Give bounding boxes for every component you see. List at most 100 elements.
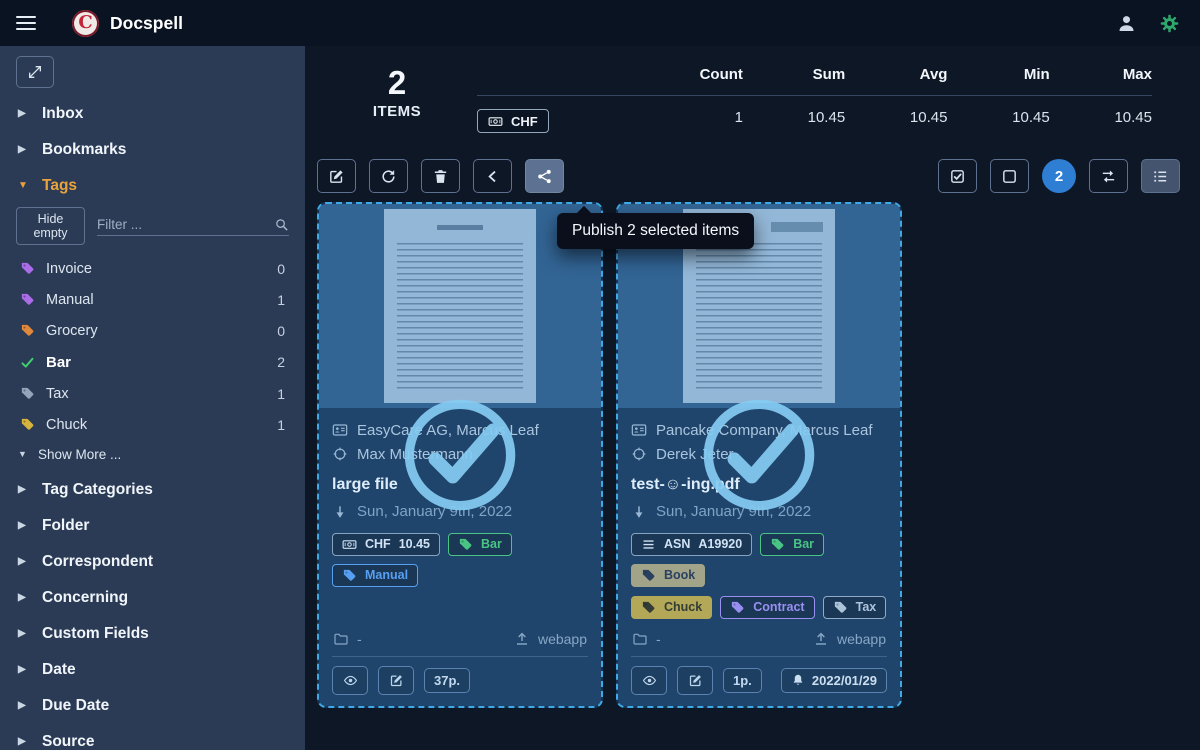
sidebar-item-bookmarks[interactable]: ▶ Bookmarks <box>0 132 305 168</box>
gear-icon[interactable] <box>1159 13 1180 34</box>
sidebar-item-label: Concerning <box>42 589 128 607</box>
publish-button[interactable] <box>525 159 564 193</box>
expand-sidebar-button[interactable] <box>16 56 54 88</box>
sidebar-item-date[interactable]: ▶ Date <box>0 652 305 688</box>
chevron-right-icon: ▶ <box>18 665 29 675</box>
merge-button[interactable] <box>473 159 512 193</box>
check-icon <box>20 355 35 370</box>
search-icon <box>274 217 289 232</box>
edit-selected-button[interactable] <box>317 159 356 193</box>
item-date: Sun, January 9th, 2022 <box>656 503 811 520</box>
preview-button[interactable] <box>631 666 667 695</box>
tag-filter-input[interactable] <box>97 217 274 232</box>
sidebar-item-label: Folder <box>42 517 89 535</box>
tag-icon <box>641 600 656 615</box>
sidebar-item-tag-categories[interactable]: ▶ Tag Categories <box>0 472 305 508</box>
tag-item-grocery[interactable]: Grocery 0 <box>0 315 305 346</box>
currency-label: CHF <box>511 114 538 129</box>
tag-item-bar-selected[interactable]: Bar 2 <box>0 346 305 378</box>
source-label: webapp <box>837 631 886 647</box>
tag-icon <box>641 568 656 583</box>
sidebar-item-custom-fields[interactable]: ▶ Custom Fields <box>0 616 305 652</box>
eye-icon <box>642 673 657 688</box>
share-icon <box>536 168 553 185</box>
tag-icon <box>20 417 35 432</box>
toolbar-right-group: 2 <box>938 159 1180 193</box>
amount-value: 10.45 <box>399 537 430 551</box>
chevron-right-icon: ▶ <box>18 557 29 567</box>
edit-item-button[interactable] <box>677 666 713 695</box>
stats-col-max: Max <box>1050 60 1152 96</box>
sidebar-item-correspondent[interactable]: ▶ Correspondent <box>0 544 305 580</box>
correspondent-line: EasyCare AG, Marcus Leaf <box>332 422 588 439</box>
asn-badge: ASN A19920 <box>631 533 752 556</box>
sidebar-item-inbox[interactable]: ▶ Inbox <box>0 96 305 132</box>
tag-item-tax[interactable]: Tax 1 <box>0 378 305 409</box>
sidebar-item-tags[interactable]: ▼ Tags <box>0 168 305 204</box>
chevron-right-icon: ▶ <box>18 109 29 119</box>
stats-value-sum: 10.45 <box>743 96 845 133</box>
user-account-icon[interactable] <box>1116 13 1137 34</box>
tag-item-invoice[interactable]: Invoice 0 <box>0 253 305 284</box>
trash-icon <box>432 168 449 185</box>
chevron-right-icon: ▶ <box>18 701 29 711</box>
tag-name: Bar <box>46 354 71 371</box>
card-footer: - webapp <box>332 619 588 656</box>
amount-currency: CHF <box>365 537 391 551</box>
select-all-button[interactable] <box>938 159 977 193</box>
items-count-block: 2 ITEMS <box>317 60 477 120</box>
sidebar-item-label: Bookmarks <box>42 141 126 159</box>
show-more-toggle[interactable]: ▼ Show More ... <box>0 440 305 472</box>
main-content: 2 ITEMS Count Sum Avg Min Max CHF 1 10.4… <box>305 46 1200 750</box>
sidebar-item-label: Date <box>42 661 76 679</box>
stats-col-min: Min <box>947 60 1049 96</box>
folder-info: - <box>632 631 661 647</box>
tag-badge-manual: Manual <box>332 564 418 587</box>
card-actions: 1p. 2022/01/29 <box>631 656 887 706</box>
item-card-test-ing[interactable]: Pancake Company, Marcus Leaf Derek Jeter… <box>616 202 902 708</box>
show-more-label: Show More ... <box>38 447 121 462</box>
view-settings-button[interactable] <box>1141 159 1180 193</box>
search-sidebar: ▶ Inbox ▶ Bookmarks ▼ Tags Hide empty In… <box>0 46 305 750</box>
concerning-line: Max Mustermann <box>332 446 588 463</box>
chevron-right-icon: ▶ <box>18 737 29 747</box>
item-card-large-file[interactable]: EasyCare AG, Marcus Leaf Max Mustermann … <box>317 202 603 708</box>
sidebar-item-concerning[interactable]: ▶ Concerning <box>0 580 305 616</box>
concerning-name: Derek Jeter <box>656 446 734 463</box>
sidebar-item-label: Tags <box>42 177 77 195</box>
tag-item-chuck[interactable]: Chuck 1 <box>0 409 305 440</box>
page-thumbnail <box>384 209 536 403</box>
tag-item-manual[interactable]: Manual 1 <box>0 284 305 315</box>
sidebar-item-label: Inbox <box>42 105 83 123</box>
chevron-right-icon: ▶ <box>18 593 29 603</box>
tag-icon <box>20 261 35 276</box>
redo-icon <box>380 168 397 185</box>
sidebar-item-due-date[interactable]: ▶ Due Date <box>0 688 305 724</box>
hide-empty-button[interactable]: Hide empty <box>16 207 85 245</box>
tag-icon <box>458 537 473 552</box>
deselect-all-button[interactable] <box>990 159 1029 193</box>
due-date-badge: 2022/01/29 <box>781 668 887 693</box>
item-badges: CHF 10.45 Bar Manual <box>332 533 588 587</box>
sidebar-item-label: Custom Fields <box>42 625 149 643</box>
chevron-right-icon: ▶ <box>18 521 29 531</box>
reprocess-button[interactable] <box>369 159 408 193</box>
sidebar-item-folder[interactable]: ▶ Folder <box>0 508 305 544</box>
tag-name: Chuck <box>46 417 87 433</box>
invert-selection-button[interactable] <box>1089 159 1128 193</box>
tag-count-badge: 1 <box>277 417 285 433</box>
preview-button[interactable] <box>332 666 368 695</box>
stats-col-avg: Avg <box>845 60 947 96</box>
delete-button[interactable] <box>421 159 460 193</box>
hamburger-menu-icon[interactable] <box>16 13 36 34</box>
page-count-badge: 1p. <box>723 668 762 693</box>
sidebar-item-source[interactable]: ▶ Source <box>0 724 305 750</box>
check-square-icon <box>949 168 966 185</box>
top-navbar: C Docspell <box>0 0 1200 46</box>
item-cards: EasyCare AG, Marcus Leaf Max Mustermann … <box>317 202 1180 708</box>
folder-label: - <box>656 631 661 647</box>
logo-letter: C <box>78 14 92 32</box>
edit-item-button[interactable] <box>378 666 414 695</box>
item-badges-row1: ASN A19920 Bar Book <box>631 533 887 587</box>
edit-icon <box>389 673 404 688</box>
